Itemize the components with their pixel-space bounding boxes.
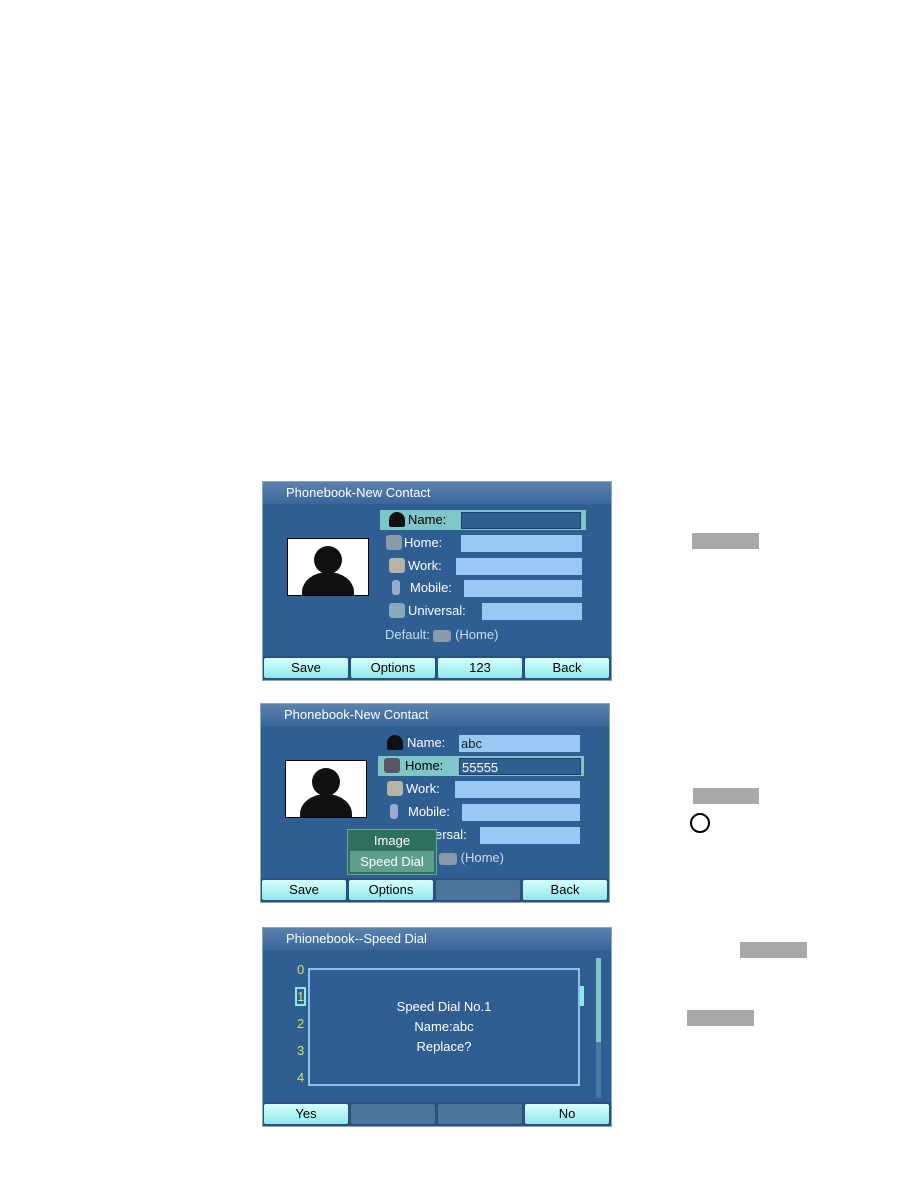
screen-title: Phonebook-New Contact — [261, 704, 609, 726]
name-row[interactable]: Name: abc — [378, 733, 584, 753]
key-graphic — [740, 942, 807, 958]
speed-dial-screen: Phionebook--Speed Dial 0 1 2 3 4 Speed D… — [262, 927, 612, 1127]
home-row[interactable]: Home: 55555 — [378, 756, 584, 776]
home-phone-icon — [384, 758, 400, 773]
new-contact-screen: Phonebook-New Contact Name: Home: Work: … — [262, 481, 612, 681]
home-phone-icon — [386, 535, 402, 550]
options-button[interactable]: Options — [351, 658, 435, 678]
menu-item-speed-dial[interactable]: Speed Dial — [350, 851, 434, 872]
options-menu: Image Speed Dial — [347, 829, 437, 875]
key-graphic — [687, 1010, 754, 1026]
work-row[interactable]: Work: — [380, 556, 586, 576]
contact-photo[interactable] — [285, 760, 367, 818]
mobile-row[interactable]: Mobile: — [380, 578, 586, 598]
home-field[interactable] — [461, 535, 582, 552]
computer-icon — [389, 603, 405, 618]
input-mode-button[interactable]: 123 — [438, 658, 522, 678]
name-field[interactable]: abc — [459, 735, 580, 752]
work-field[interactable] — [455, 781, 580, 798]
person-icon — [387, 735, 403, 750]
screen-title: Phionebook--Speed Dial — [263, 928, 611, 950]
speed-dial-slot[interactable]: 4 — [297, 1070, 304, 1085]
home-phone-icon — [433, 629, 452, 642]
options-button[interactable]: Options — [349, 880, 433, 900]
yes-button[interactable]: Yes — [264, 1104, 348, 1124]
back-button[interactable]: Back — [523, 880, 607, 900]
save-button[interactable]: Save — [262, 880, 346, 900]
default-number: (Home) — [439, 850, 504, 865]
work-row[interactable]: Work: — [378, 779, 584, 799]
mobile-phone-icon — [390, 804, 398, 819]
back-button[interactable]: Back — [525, 658, 609, 678]
softkey-bar: Yes No — [263, 1102, 611, 1126]
replace-dialog: Speed Dial No.1 Name:abc Replace? — [308, 968, 580, 1086]
new-contact-options-screen: Phonebook-New Contact Name: abc Home: 55… — [260, 703, 610, 903]
empty-softkey — [351, 1104, 435, 1124]
mobile-phone-icon — [392, 580, 400, 595]
menu-item-image[interactable]: Image — [348, 830, 436, 851]
briefcase-icon — [389, 558, 405, 573]
circle-marker — [690, 813, 710, 833]
scrollbar-thumb[interactable] — [596, 958, 601, 1042]
person-icon — [389, 512, 405, 527]
key-graphic — [693, 788, 759, 804]
name-field[interactable] — [461, 512, 581, 529]
contact-photo[interactable] — [287, 538, 369, 596]
home-row[interactable]: Home: — [380, 533, 586, 553]
speed-dial-slot[interactable]: 3 — [297, 1043, 304, 1058]
key-graphic — [692, 533, 759, 549]
home-field[interactable]: 55555 — [459, 758, 581, 775]
manual-page: Phonebook-New Contact Name: Home: Work: … — [0, 0, 918, 1188]
softkey-bar: Save Options Back — [261, 878, 609, 902]
empty-softkey — [438, 1104, 522, 1124]
work-field[interactable] — [456, 558, 582, 575]
no-button[interactable]: No — [525, 1104, 609, 1124]
speed-dial-slot[interactable]: 2 — [297, 1016, 304, 1031]
mobile-field[interactable] — [462, 804, 580, 821]
screen-title: Phonebook-New Contact — [263, 482, 611, 504]
default-number: Default: (Home) — [385, 627, 499, 642]
briefcase-icon — [387, 781, 403, 796]
mobile-row[interactable]: Mobile: — [378, 802, 584, 822]
mobile-field[interactable] — [464, 580, 582, 597]
scrollbar[interactable] — [596, 958, 601, 1098]
save-button[interactable]: Save — [264, 658, 348, 678]
universal-row[interactable]: Universal: — [380, 601, 586, 621]
speed-dial-slot[interactable]: 1 — [294, 987, 307, 1006]
name-row[interactable]: Name: — [380, 510, 586, 530]
universal-field[interactable] — [480, 827, 580, 844]
universal-field[interactable] — [482, 603, 582, 620]
softkey-bar: Save Options 123 Back — [263, 656, 611, 680]
empty-softkey — [436, 880, 520, 900]
home-phone-icon — [439, 852, 457, 865]
speed-dial-slot[interactable]: 0 — [297, 962, 304, 977]
